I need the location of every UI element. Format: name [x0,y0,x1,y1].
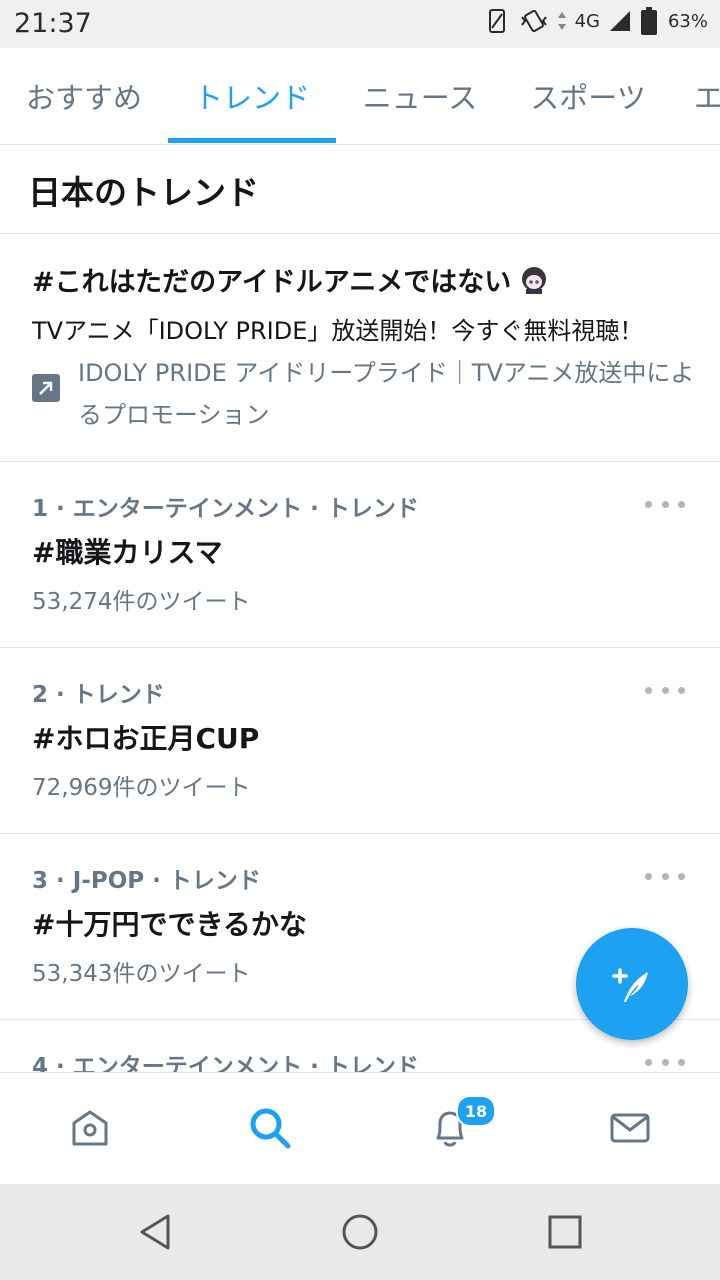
more-options-icon[interactable] [645,1050,685,1072]
trend-name: #ホロお正月CUP [32,722,260,755]
trend-meta: 4 · エンターテインメント · トレンド [32,1054,419,1072]
trend-meta: 3 · J-POP · トレンド [32,868,261,894]
compose-quill-icon [612,968,648,1002]
trend-name: #十万円でできるかな [32,908,307,941]
more-options-icon[interactable] [645,492,685,516]
divider [0,233,720,234]
back-icon[interactable] [136,1212,176,1252]
messages-icon[interactable] [605,1103,655,1153]
trend-item[interactable]: 1 · エンターテインメント · トレンド #職業カリスマ 53,274件のツイ… [0,462,720,647]
network-type: 4G [574,10,600,32]
trend-tweet-count: 53,343件のツイート [32,961,251,987]
data-arrows-icon [557,12,566,30]
active-tab-indicator [168,138,336,143]
compose-tweet-button[interactable] [576,928,688,1040]
tab-trends[interactable]: トレンド [168,48,336,144]
system-navigation-bar [0,1184,720,1280]
promoted-trend-title: #これはただのアイドルアニメではない [32,267,512,298]
status-icons: 4G 63% [485,6,708,36]
vibrate-icon [520,9,547,33]
promoted-trend-description: TVアニメ「IDOLY PRIDE」放送開始！今すぐ無料視聴！ [32,317,644,345]
home-icon[interactable] [65,1103,115,1153]
trend-tweet-count: 72,969件のツイート [32,775,251,801]
battery-percent: 63% [667,10,708,32]
trend-name: #職業カリスマ [32,536,223,569]
tab-news[interactable]: ニュース [336,48,504,144]
character-emoji-icon [522,266,547,294]
trend-meta: 1 · エンターテインメント · トレンド [32,496,419,522]
auto-rotate-icon [488,9,505,33]
promoted-arrow-icon [32,374,60,402]
battery-icon [640,7,657,35]
tab-entertainment[interactable]: エ [672,48,720,144]
home-button-icon[interactable] [340,1212,380,1252]
more-options-icon[interactable] [645,678,685,702]
status-bar: 21:37 4G 63% [0,0,720,48]
trend-tweet-count: 53,274件のツイート [32,589,251,615]
promoted-trend-title-row: #これはただのアイドルアニメではない [32,260,549,299]
trend-item[interactable]: 2 · トレンド #ホロお正月CUP 72,969件のツイート [0,648,720,833]
trend-meta: 2 · トレンド [32,682,165,708]
promoted-by-text: IDOLY PRIDE アイドリープライド｜TVアニメ放送中によるプロモーション [78,359,695,429]
section-title: 日本のトレンド [28,173,259,212]
signal-icon [609,11,630,31]
explore-tabs: おすすめ トレンド ニュース スポーツ エ [0,48,720,145]
tab-sports[interactable]: スポーツ [504,48,672,144]
search-icon[interactable] [245,1103,295,1153]
tab-recommended[interactable]: おすすめ [0,48,168,144]
notification-badge: 18 [456,1095,496,1127]
status-time: 21:37 [14,8,92,39]
more-options-icon[interactable] [645,864,685,888]
recent-apps-icon[interactable] [545,1212,585,1252]
bottom-navigation: 18 [0,1072,720,1185]
